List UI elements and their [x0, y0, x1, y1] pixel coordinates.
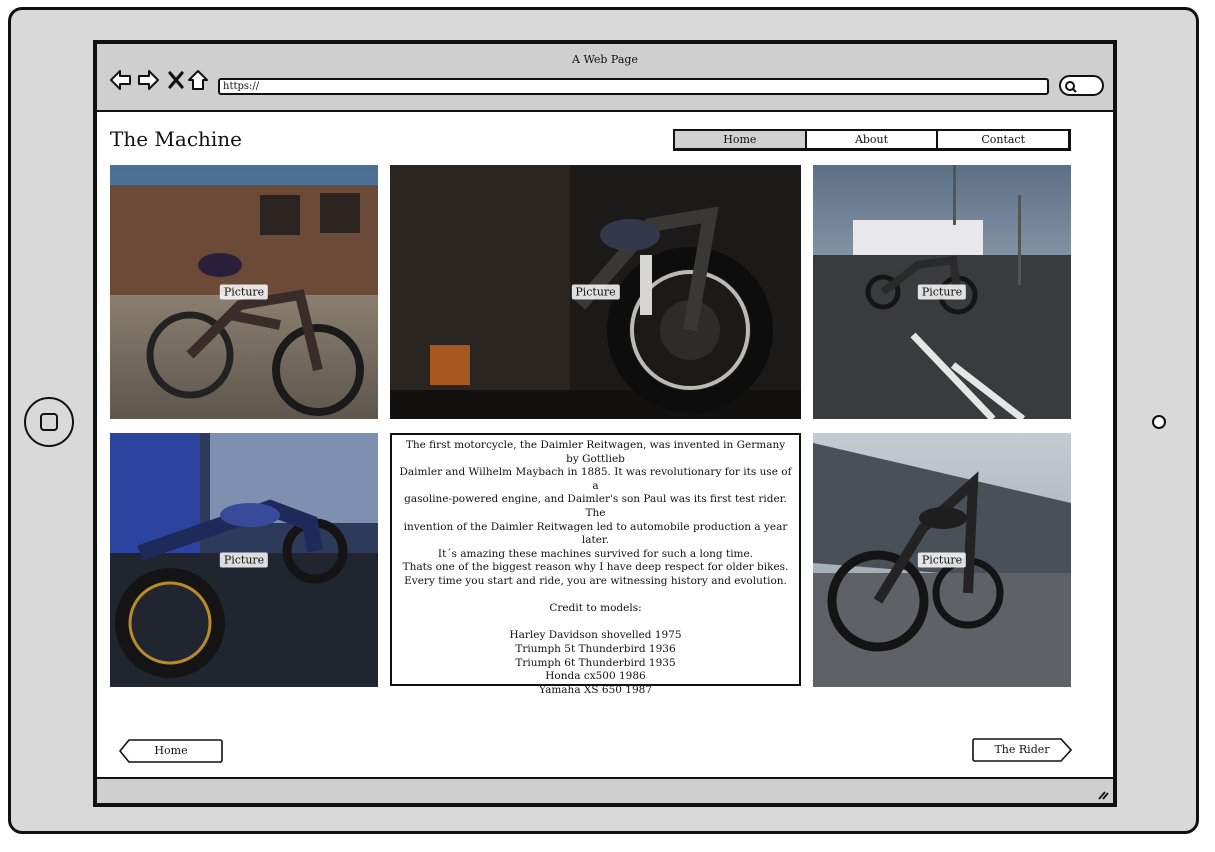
site-title: The Machine	[110, 127, 243, 151]
browser-toolbar: A Web Page https://	[97, 44, 1113, 112]
article-line: Daimler and Wilhelm Maybach in 1885. It …	[399, 466, 792, 492]
article-text: The first motorcycle, the Daimler Reitwa…	[390, 433, 801, 696]
picture-3: Picture	[813, 165, 1071, 419]
article-line: The first motorcycle, the Daimler Reitwa…	[405, 439, 786, 465]
search-button[interactable]	[1059, 75, 1104, 96]
article-line: invention of the Daimler Reitwagen led t…	[403, 520, 788, 547]
picture-label: Picture	[219, 552, 269, 568]
credit-item: Honda cx500 1986	[545, 670, 646, 683]
credit-heading: Credit to models:	[549, 602, 642, 615]
forward-arrow-icon[interactable]	[136, 68, 160, 92]
article-line: Every time you start and ride, you are w…	[404, 574, 787, 587]
home-icon[interactable]	[186, 68, 210, 92]
tablet-home-button[interactable]	[24, 397, 74, 447]
back-arrow-icon[interactable]	[109, 68, 133, 92]
picture-label: Picture	[917, 284, 967, 300]
close-x-icon[interactable]	[164, 68, 188, 92]
article-line: It´s amazing these machines survived for…	[437, 547, 754, 560]
browser-window: A Web Page https:// The Machine Home Abo…	[93, 40, 1117, 807]
credit-item: Harley Davidson shovelled 1975	[509, 629, 682, 642]
article-line: Thats one of the biggest reason why I ha…	[402, 561, 789, 574]
home-square-icon	[40, 413, 58, 431]
credit-item: Triumph 6t Thunderbird 1935	[515, 656, 676, 669]
home-back-label: Home	[154, 744, 188, 757]
nav-tabs: Home About Contact	[673, 129, 1071, 151]
resize-grip-icon[interactable]	[1097, 788, 1109, 800]
picture-2: Picture	[390, 165, 801, 419]
tab-about[interactable]: About	[806, 131, 939, 148]
tablet-camera	[1152, 415, 1166, 429]
article-line: gasoline-powered engine, and Daimler's s…	[404, 493, 787, 519]
picture-1: Picture	[110, 165, 378, 419]
home-back-button[interactable]: Home	[119, 739, 223, 763]
credit-item: Yamaha XS 650 1987	[538, 683, 653, 696]
picture-4: Picture	[110, 433, 378, 687]
window-title: A Web Page	[572, 53, 638, 66]
credit-item: Triumph 5t Thunderbird 1936	[515, 642, 676, 655]
picture-label: Picture	[917, 552, 967, 568]
tab-home[interactable]: Home	[675, 131, 807, 148]
picture-label: Picture	[571, 284, 620, 300]
picture-5: Picture	[813, 433, 1071, 687]
the-rider-label: The Rider	[994, 743, 1050, 756]
browser-statusbar	[97, 777, 1113, 803]
tab-contact[interactable]: Contact	[938, 131, 1069, 148]
search-icon	[1065, 81, 1077, 93]
the-rider-button[interactable]: The Rider	[972, 738, 1072, 762]
picture-label: Picture	[219, 284, 269, 300]
url-input[interactable]: https://	[218, 78, 1049, 95]
